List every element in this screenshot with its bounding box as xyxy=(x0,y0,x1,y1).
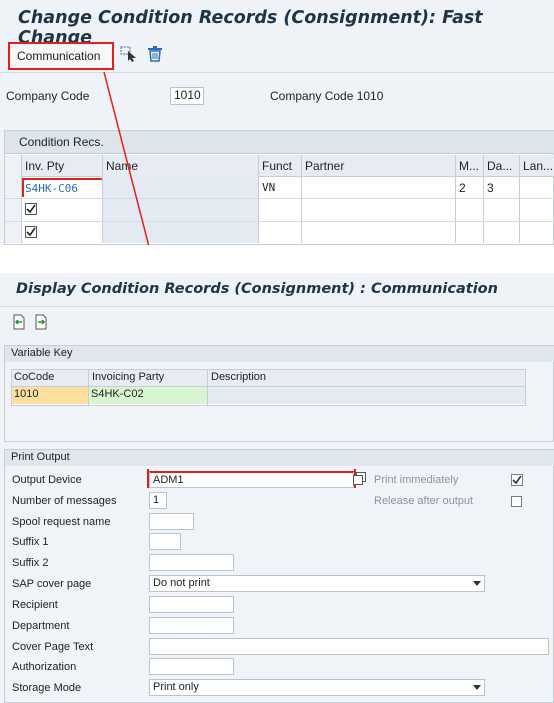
sap-cover-page-value: Do not print xyxy=(153,577,210,589)
cover-page-text-field[interactable] xyxy=(149,638,549,655)
next-record-icon[interactable] xyxy=(34,314,48,333)
variable-key-header: Variable Key xyxy=(5,346,554,362)
recipient-field[interactable] xyxy=(149,596,234,613)
previous-record-icon[interactable] xyxy=(12,314,26,333)
gap xyxy=(0,245,554,273)
spool-request-label: Spool request name xyxy=(12,516,111,528)
divider xyxy=(0,306,554,307)
department-label: Department xyxy=(12,620,70,632)
authorization-label: Authorization xyxy=(12,661,77,673)
department-field[interactable] xyxy=(149,617,234,634)
output-device-label: Output Device xyxy=(12,474,82,486)
release-after-output-checkbox[interactable] xyxy=(511,496,522,507)
suffix2-label: Suffix 2 xyxy=(12,557,49,569)
suffix2-field[interactable] xyxy=(149,554,234,571)
value-help-icon[interactable] xyxy=(353,472,367,489)
number-of-messages-label: Number of messages xyxy=(12,495,117,507)
vk-invoicing-party-cell: S4HK-C02 xyxy=(89,387,207,404)
vk-invoicing-party-value: S4HK-C02 xyxy=(91,388,144,400)
cover-page-text-label: Cover Page Text xyxy=(12,641,94,653)
output-device-field[interactable]: ADM1 xyxy=(149,471,354,488)
vk-cocode-cell: 1010 xyxy=(12,387,88,404)
chevron-down-icon[interactable] xyxy=(473,581,481,586)
variable-key-title: Variable Key xyxy=(11,347,73,359)
suffix1-field[interactable] xyxy=(149,533,181,550)
storage-mode-label: Storage Mode xyxy=(12,682,82,694)
release-after-output-label: Release after output xyxy=(374,495,474,507)
authorization-field[interactable] xyxy=(149,658,234,675)
number-of-messages-field[interactable]: 1 xyxy=(149,492,167,509)
sap-cover-page-label: SAP cover page xyxy=(12,578,92,590)
suffix1-label: Suffix 1 xyxy=(12,536,49,548)
print-immediately-label: Print immediately xyxy=(374,474,459,486)
recipient-label: Recipient xyxy=(12,599,58,611)
vk-col-invoicing-party: Invoicing Party xyxy=(92,371,165,383)
vk-col-cocode: CoCode xyxy=(14,371,55,383)
spool-request-field[interactable] xyxy=(149,513,194,530)
focus-bracket-left xyxy=(147,469,151,488)
vk-cocode-value: 1010 xyxy=(14,388,39,400)
print-output-header: Print Output xyxy=(5,450,554,466)
storage-mode-dropdown[interactable]: Print only xyxy=(149,679,485,696)
sap-cover-page-dropdown[interactable]: Do not print xyxy=(149,575,485,592)
print-immediately-checkbox[interactable] xyxy=(511,474,523,489)
storage-mode-value: Print only xyxy=(153,681,199,693)
print-output-title: Print Output xyxy=(11,451,70,463)
display-title: Display Condition Records (Consignment) … xyxy=(16,281,498,297)
chevron-down-icon[interactable] xyxy=(473,685,481,690)
vk-description-cell xyxy=(208,387,525,404)
vk-col-description: Description xyxy=(211,371,267,383)
